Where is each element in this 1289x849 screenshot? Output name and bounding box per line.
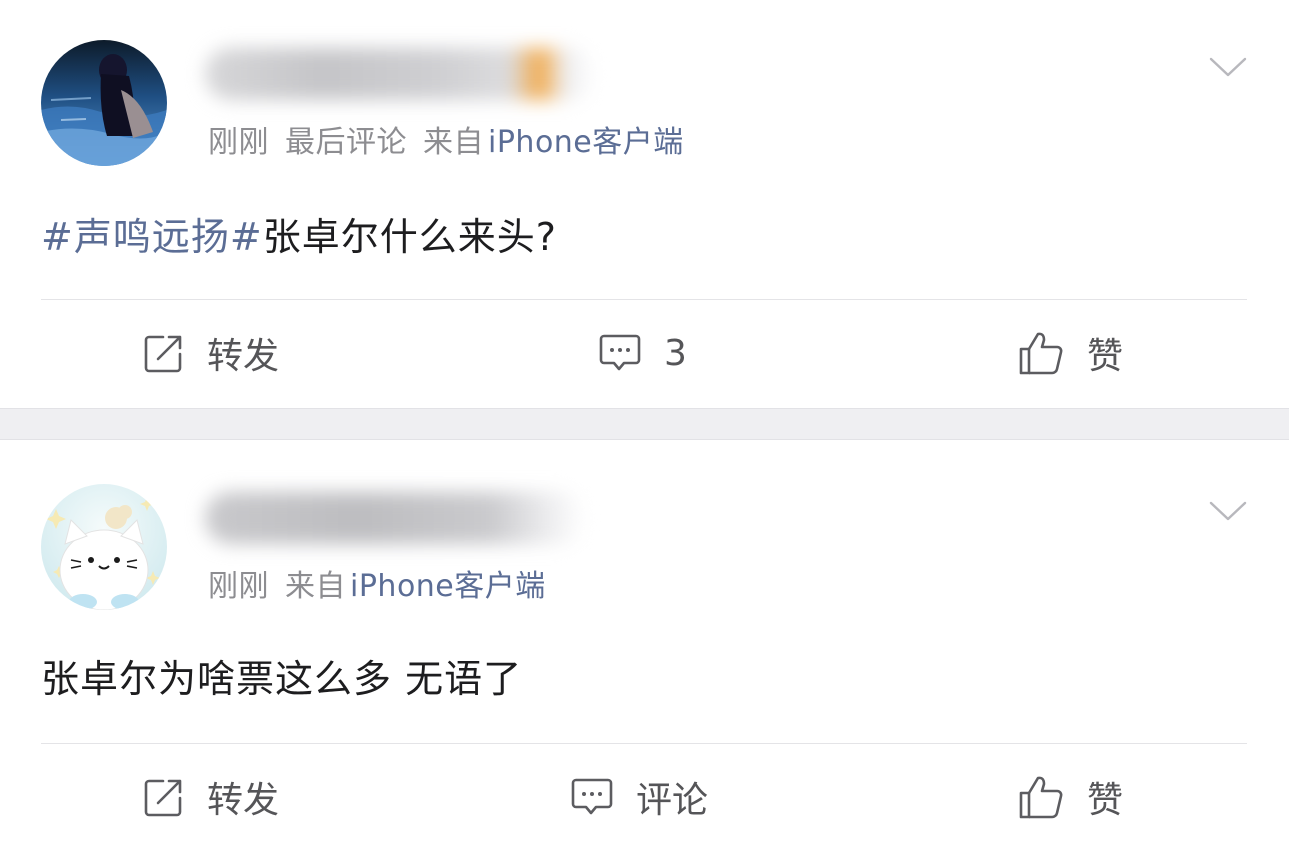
- comment-count: 3: [664, 332, 687, 374]
- share-icon: [144, 335, 182, 373]
- post-card[interactable]: 刚刚 来自 iPhone客户端 张卓尔为啥票这么多 无语了 转发 评论 赞: [0, 440, 1289, 849]
- divider: [41, 743, 1247, 744]
- like-label: 赞: [1087, 780, 1124, 821]
- avatar[interactable]: [41, 484, 167, 610]
- repost-button[interactable]: 转发: [143, 757, 279, 837]
- post-body: 张卓尔什么来头?: [262, 215, 557, 259]
- post-text: 张卓尔为啥票这么多 无语了: [41, 648, 522, 703]
- divider: [41, 299, 1247, 300]
- comment-button[interactable]: 3: [598, 313, 687, 393]
- client-link[interactable]: iPhone客户端: [488, 125, 684, 160]
- repost-button[interactable]: 转发: [143, 313, 279, 393]
- repost-label: 转发: [207, 336, 280, 377]
- post-text: #声鸣远扬#张卓尔什么来头?: [41, 206, 557, 261]
- post-meta: 刚刚 最后评论 来自 iPhone客户端: [208, 117, 684, 161]
- username-redacted[interactable]: [205, 492, 585, 544]
- client-link[interactable]: iPhone客户端: [350, 569, 546, 604]
- comment-icon: [571, 778, 613, 815]
- post-time: 刚刚: [208, 569, 269, 604]
- action-bar: 转发 3 赞: [0, 313, 1289, 393]
- like-button[interactable]: 赞: [1017, 757, 1123, 837]
- post-body: 张卓尔为啥票这么多 无语了: [41, 657, 523, 701]
- like-label: 赞: [1087, 336, 1124, 377]
- post-meta: 刚刚 来自 iPhone客户端: [208, 561, 546, 605]
- topic-link[interactable]: #声鸣远扬#: [41, 215, 263, 259]
- thumbs-up-icon: [1019, 332, 1063, 375]
- avatar[interactable]: [41, 40, 167, 166]
- chevron-down-icon[interactable]: [1209, 56, 1247, 78]
- weibo-feed: 刚刚 最后评论 来自 iPhone客户端 #声鸣远扬#张卓尔什么来头? 转发 3…: [0, 0, 1289, 849]
- thumbs-up-icon: [1019, 776, 1063, 819]
- comment-icon: [599, 334, 641, 371]
- comment-button[interactable]: 评论: [570, 757, 708, 837]
- avatar-image: [41, 40, 167, 166]
- like-button[interactable]: 赞: [1017, 313, 1123, 393]
- from-label: 来自: [285, 569, 346, 604]
- post-time: 刚刚: [208, 125, 269, 160]
- comment-label: 评论: [636, 780, 709, 821]
- last-comment-label: 最后评论: [285, 125, 407, 160]
- avatar-image: [41, 484, 167, 610]
- username-redacted[interactable]: [205, 48, 595, 100]
- post-card[interactable]: 刚刚 最后评论 来自 iPhone客户端 #声鸣远扬#张卓尔什么来头? 转发 3…: [0, 0, 1289, 408]
- share-icon: [144, 779, 182, 817]
- action-bar: 转发 评论 赞: [0, 757, 1289, 837]
- from-label: 来自: [423, 125, 484, 160]
- post-separator: [0, 408, 1289, 440]
- repost-label: 转发: [207, 780, 280, 821]
- chevron-down-icon[interactable]: [1209, 500, 1247, 522]
